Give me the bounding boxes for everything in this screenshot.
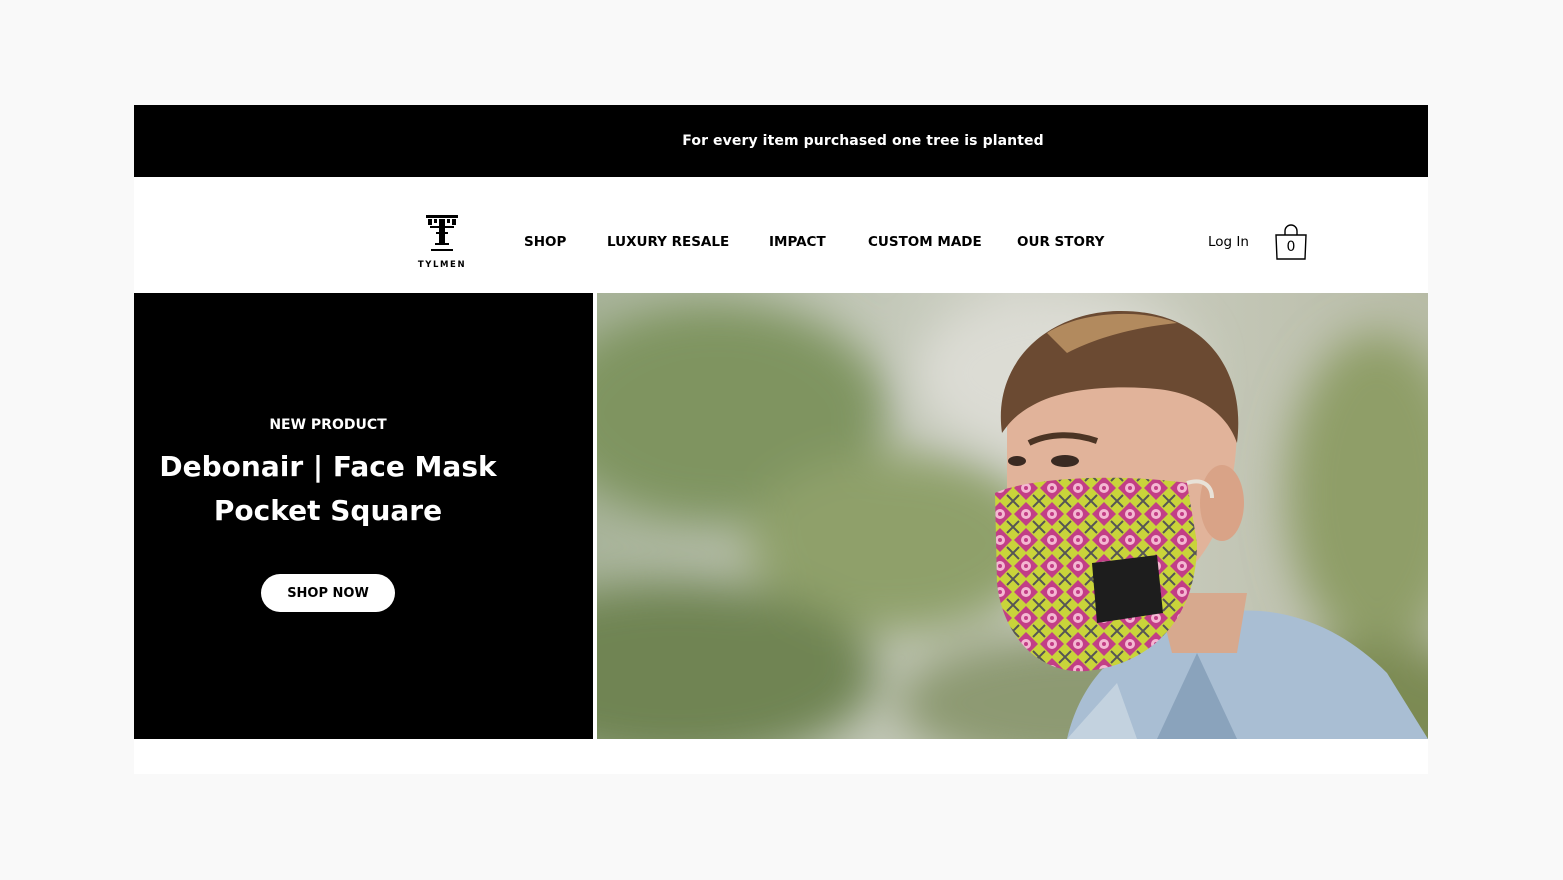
announcement-bar: For every item purchased one tree is pla… <box>134 105 1428 177</box>
nav-item-shop[interactable]: SHOP <box>524 234 566 250</box>
brand-logo[interactable]: TYLMEN <box>413 215 471 271</box>
nav-item-impact[interactable]: IMPACT <box>769 234 826 250</box>
hero-title: Debonair | Face Mask Pocket Square <box>134 445 522 533</box>
hero-image <box>597 293 1428 739</box>
nav-item-our-story[interactable]: OUR STORY <box>1017 234 1104 250</box>
hero-title-line-1: Debonair | Face Mask <box>159 450 497 483</box>
tylmen-logo-icon <box>426 215 458 251</box>
cart-count: 0 <box>1286 239 1296 255</box>
site-header: TYLMEN SHOP LUXURY RESALE IMPACT CUSTOM … <box>134 177 1428 293</box>
hero-photo <box>597 293 1428 739</box>
brand-name: TYLMEN <box>417 260 467 270</box>
nav-item-luxury-resale[interactable]: LUXURY RESALE <box>607 234 729 250</box>
site-frame: For every item purchased one tree is pla… <box>134 105 1428 774</box>
shop-now-button[interactable]: SHOP NOW <box>261 574 395 612</box>
login-link[interactable]: Log In <box>1208 234 1249 250</box>
announcement-text: For every item purchased one tree is pla… <box>682 133 1044 149</box>
nav-item-custom-made[interactable]: CUSTOM MADE <box>868 234 982 250</box>
cart-button[interactable]: 0 <box>1274 221 1308 261</box>
hero-eyebrow: NEW PRODUCT <box>269 417 387 433</box>
hero-title-line-2: Pocket Square <box>213 494 443 527</box>
hero-text-panel: NEW PRODUCT Debonair | Face Mask Pocket … <box>134 293 593 739</box>
